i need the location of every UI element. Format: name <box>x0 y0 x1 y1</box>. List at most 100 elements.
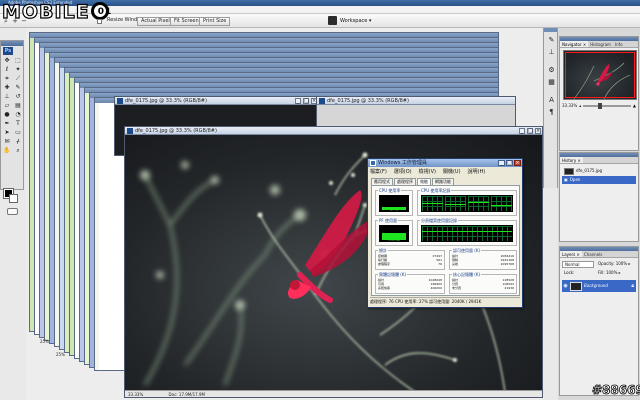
navigator-thumbnail[interactable] <box>563 50 637 100</box>
tab-processes[interactable]: 處理程序 <box>394 178 416 185</box>
menu-file[interactable]: 檔案(F) <box>370 169 387 176</box>
history-snapshot[interactable]: dfe_0175.jpg <box>562 167 636 175</box>
path-select-icon[interactable]: ➤ <box>2 129 12 137</box>
zoom-out-icon[interactable]: − <box>20 17 28 25</box>
marquee-tool-icon[interactable]: ⬚ <box>13 57 23 65</box>
pen-tool-icon[interactable]: ✒ <box>2 120 12 128</box>
workspace-icon[interactable] <box>328 16 337 25</box>
type-tool-icon[interactable]: T <box>13 120 23 128</box>
minimize-button[interactable]: _ <box>295 98 301 104</box>
fill-control[interactable]: Fill: 100% ▸ <box>596 270 623 277</box>
tab-history[interactable]: History × <box>560 157 583 163</box>
paragraph-panel-icon[interactable]: ¶ <box>547 108 556 117</box>
gradient-tool-icon[interactable]: ▤ <box>13 102 23 110</box>
cpu-core-graph <box>422 196 443 211</box>
layer-row[interactable]: ◉ Background 🔒︎ <box>562 280 636 292</box>
maximize-button[interactable]: □ <box>527 128 533 134</box>
document-window-titlebar[interactable]: dfe_0175.jpg @ 33.3% (RGB/8#) _ □ × <box>115 97 318 105</box>
blend-mode-select[interactable]: Normal <box>562 261 594 268</box>
tools-panel-header[interactable] <box>1 41 23 46</box>
zoom-tool-icon-2[interactable]: ⌕ <box>13 147 23 155</box>
collapsed-panel-dock: ✎ ⊥ ⚙ ▦ A ¶ <box>543 28 558 188</box>
slice-tool-icon[interactable]: ⟋ <box>13 75 23 83</box>
document-info[interactable]: Doc: 17.9M/17.9M <box>169 392 205 397</box>
tool-presets-icon[interactable]: ⚙ <box>547 66 556 75</box>
history-brush-icon[interactable]: ↺ <box>13 93 23 101</box>
background-color-swatch[interactable] <box>9 194 18 203</box>
tab-layers[interactable]: Layers × <box>560 251 582 257</box>
zoom-level[interactable]: 33.33% <box>128 392 143 397</box>
zoom-in-icon[interactable]: + <box>11 17 19 25</box>
minimize-button[interactable]: _ <box>498 160 505 166</box>
fit-screen-button[interactable]: Fit Screen <box>170 17 203 26</box>
blur-tool-icon[interactable]: ● <box>2 111 12 119</box>
main-document-title: dfe_0175.jpg @ 33.3% (RGB/8#) <box>135 128 217 134</box>
clone-stamp-icon[interactable]: ⊥ <box>2 93 12 101</box>
tab-channels[interactable]: Channels <box>582 251 605 257</box>
physical-memory-label: 實體記憶體 (K) <box>378 272 408 277</box>
tab-navigator[interactable]: Navigator × <box>560 41 589 47</box>
menu-options[interactable]: 選項(O) <box>394 169 412 176</box>
quick-mask-button[interactable] <box>7 208 18 215</box>
magic-wand-tool-icon[interactable]: ✦ <box>13 66 23 74</box>
stat-row: 尖峰 2095768 <box>450 262 516 266</box>
notes-tool-icon[interactable]: ✉ <box>2 138 12 146</box>
dock-header[interactable] <box>544 28 557 32</box>
menu-help[interactable]: 說明(H) <box>468 169 486 176</box>
maximize-button[interactable]: □ <box>303 98 309 104</box>
photoshop-logo[interactable]: Ps <box>3 47 13 55</box>
task-manager-window[interactable]: Windows 工作管理員 _ □ × 檔案(F) 選項(O) 檢視(V) 關機… <box>367 158 523 308</box>
tab-applications[interactable]: 應用程式 <box>371 178 393 185</box>
menu-shutdown[interactable]: 關機(U) <box>443 169 461 176</box>
move-tool-icon[interactable]: ✥ <box>2 57 12 65</box>
task-manager-titlebar[interactable]: Windows 工作管理員 _ □ × <box>368 159 522 167</box>
task-manager-tabs: 應用程式 處理程序 效能 網路功能 <box>371 178 454 185</box>
brush-tool-icon[interactable]: ✎ <box>13 84 23 92</box>
menu-view[interactable]: 檢視(V) <box>419 169 436 176</box>
kernel-rows: 總計 128528 分頁 106592 未分頁 21936 <box>450 275 516 290</box>
tab-info[interactable]: Info <box>613 41 625 47</box>
brushes-panel-icon[interactable]: ✎ <box>547 36 556 45</box>
page-file-history-group: 分頁檔案使用量記錄 <box>417 218 517 246</box>
history-state[interactable]: ▣ Open <box>562 176 636 184</box>
minimize-button[interactable]: _ <box>519 128 525 134</box>
hand-tool-icon[interactable]: ✋ <box>2 147 12 155</box>
tools-panel: Ps ✥ ⬚ ℓ ✦ ⌗ ⟋ ✚ ✎ ⊥ ↺ ▱ ▤ ● ◔ ✒ T ➤ ▭ ✉… <box>0 40 24 215</box>
resize-windows-checkbox[interactable] <box>97 19 102 24</box>
task-manager-menu: 檔案(F) 選項(O) 檢視(V) 關機(U) 說明(H) <box>370 169 485 176</box>
visibility-eye-icon[interactable]: ◉ <box>563 280 568 292</box>
main-document-titlebar[interactable]: dfe_0175.jpg @ 33.3% (RGB/8#) _ □ × <box>125 127 542 135</box>
navigator-zoom-value[interactable]: 33.33% <box>562 103 577 109</box>
opacity-control[interactable]: Opacity: 100% ▸ <box>596 261 632 268</box>
document-window-titlebar[interactable]: dfe_0175.jpg @ 33.3% (RGB/8#) <box>317 97 515 105</box>
dodge-tool-icon[interactable]: ◔ <box>13 111 23 119</box>
close-button[interactable]: × <box>535 128 541 134</box>
eraser-tool-icon[interactable]: ▱ <box>2 102 12 110</box>
zoom-out-icon[interactable]: ▴ <box>579 103 581 109</box>
eyedropper-tool-icon[interactable]: ᚋ <box>13 138 23 146</box>
shape-tool-icon[interactable]: ▭ <box>13 129 23 137</box>
crop-tool-icon[interactable]: ⌗ <box>2 75 12 83</box>
tab-performance[interactable]: 效能 <box>417 178 431 185</box>
layer-comps-icon[interactable]: ▦ <box>547 78 556 87</box>
print-size-button[interactable]: Print Size <box>199 17 231 26</box>
document-status-bar: 33.33% Doc: 17.9M/17.9M <box>125 390 542 397</box>
tab-networking[interactable]: 網路功能 <box>432 178 454 185</box>
workspace-button[interactable]: Workspace ▾ <box>340 17 371 26</box>
stat-name: 系統快取 <box>378 286 391 290</box>
tool-grid: ✥ ⬚ ℓ ✦ ⌗ ⟋ ✚ ✎ ⊥ ↺ ▱ ▤ ● ◔ ✒ T ➤ ▭ ✉ ᚋ … <box>2 57 24 155</box>
cpu-usage-value: 27 % <box>390 208 398 212</box>
close-button[interactable]: × <box>514 160 521 166</box>
maximize-button[interactable]: □ <box>506 160 513 166</box>
lasso-tool-icon[interactable]: ℓ <box>2 66 12 74</box>
zoom-tool-icon[interactable]: ⌕ <box>2 17 10 25</box>
healing-brush-icon[interactable]: ✚ <box>2 84 12 92</box>
zoom-slider[interactable] <box>583 103 631 109</box>
character-panel-icon[interactable]: A <box>547 96 556 105</box>
navigator-view-box[interactable] <box>565 52 635 98</box>
zoom-in-icon[interactable]: ▲ <box>633 103 636 109</box>
clone-source-icon[interactable]: ⊥ <box>547 48 556 57</box>
tab-histogram[interactable]: Histogram <box>588 41 613 47</box>
pf-usage-label: PF 使用量 <box>378 218 398 223</box>
zoom-slider-knob[interactable] <box>597 103 602 109</box>
